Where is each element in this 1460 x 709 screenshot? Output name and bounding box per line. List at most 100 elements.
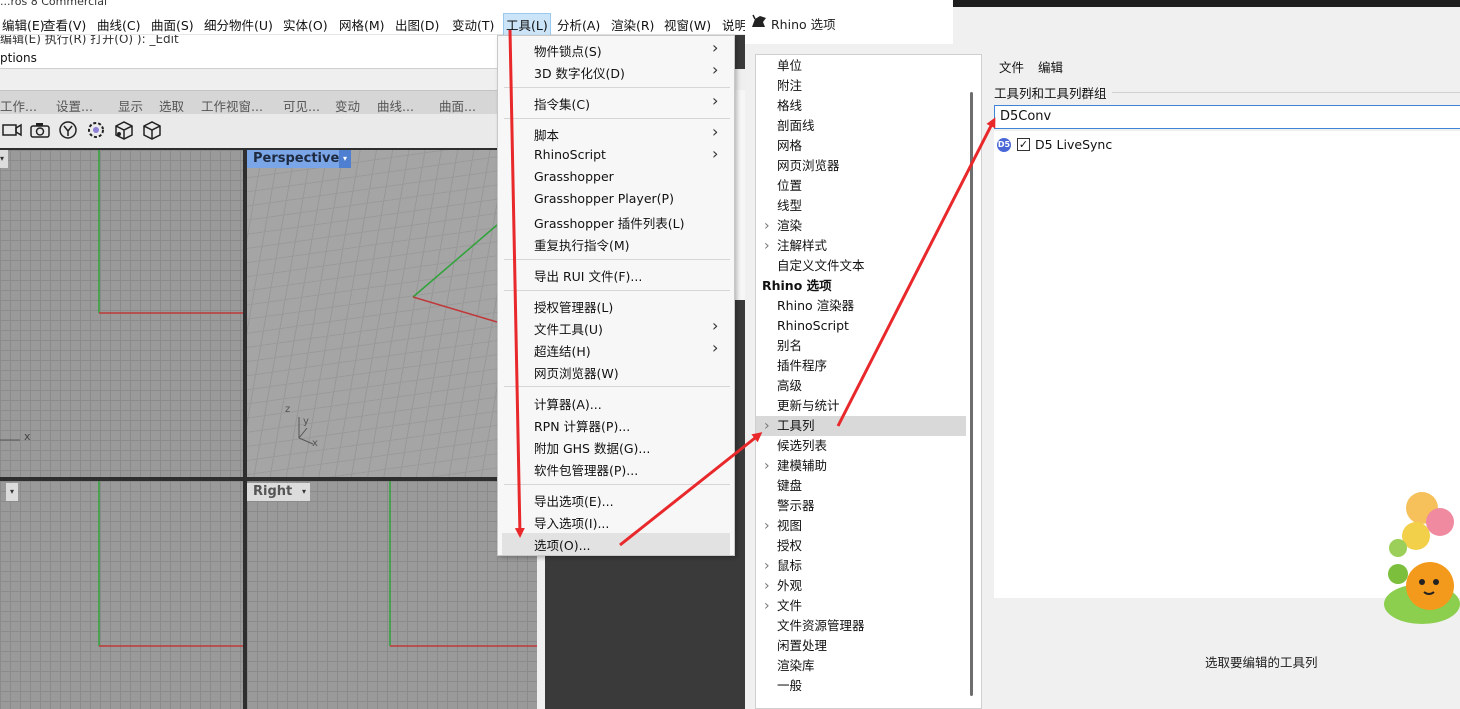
tree-item[interactable]: 网格 xyxy=(756,136,966,156)
tree-item[interactable]: Rhino 渲染器 xyxy=(756,296,966,316)
menu-4[interactable]: 细分物件(U) xyxy=(202,14,275,35)
expand-chevron-icon[interactable]: › xyxy=(764,236,770,256)
menu-item-17[interactable]: 软件包管理器(P)... xyxy=(534,460,638,479)
tree-item[interactable]: 别名 xyxy=(756,336,966,356)
toolbar-tab-1[interactable]: 设置... xyxy=(56,96,93,115)
expand-chevron-icon[interactable]: › xyxy=(764,456,770,476)
tree-item[interactable]: › 注解样式 xyxy=(756,236,966,256)
menu-file[interactable]: 文件 xyxy=(999,57,1024,76)
tree-item[interactable]: 警示器 xyxy=(756,496,966,516)
menu-item-19[interactable]: 导入选项(I)... xyxy=(534,513,609,532)
menu-item-7[interactable]: Grasshopper 插件列表(L) xyxy=(534,213,684,232)
tree-item[interactable]: › 建模辅助 xyxy=(756,456,966,476)
command-line[interactable]: ptions xyxy=(0,49,497,69)
tree-item[interactable]: 键盘 xyxy=(756,476,966,496)
menu-item-15[interactable]: RPN 计算器(P)... xyxy=(534,416,630,435)
menu-item-10[interactable]: 授权管理器(L) xyxy=(534,297,613,316)
expand-chevron-icon[interactable]: › xyxy=(764,416,770,436)
menu-item-16[interactable]: 附加 GHS 数据(G)... xyxy=(534,438,650,457)
menu-item-14[interactable]: 计算器(A)... xyxy=(534,394,602,413)
tree-item[interactable]: 闲置处理 xyxy=(756,636,966,656)
menu-item-20[interactable]: 选项(O)... xyxy=(534,535,591,554)
menu-item-8[interactable]: 重复执行指令(M) xyxy=(534,235,630,254)
tree-item[interactable]: › 渲染 xyxy=(756,216,966,236)
tree-item[interactable]: 渲染库 xyxy=(756,656,966,676)
menu-7[interactable]: 出图(D) xyxy=(393,14,441,35)
menu-9[interactable]: 工具(L) xyxy=(503,13,551,36)
menu-12[interactable]: 视窗(W) xyxy=(662,14,713,35)
list-item[interactable]: D5 ✓ D5 LiveSync xyxy=(994,136,1194,154)
tree-item[interactable]: 格线 xyxy=(756,96,966,116)
toolbar-tab-2[interactable]: 显示 xyxy=(118,96,143,115)
menu-item-5[interactable]: Grasshopper xyxy=(534,169,614,184)
tree-item[interactable]: 剖面线 xyxy=(756,116,966,136)
toolbar-tab-0[interactable]: 工作... xyxy=(0,96,37,115)
menu-item-2[interactable]: 指令集(C) xyxy=(534,94,590,113)
menu-edit[interactable]: 编辑 xyxy=(1038,57,1063,76)
tree-item[interactable]: 一般 xyxy=(756,676,966,696)
toolbar-search-input[interactable]: D5Conv xyxy=(994,105,1460,129)
tree-item[interactable]: 更新与统计 xyxy=(756,396,966,416)
tree-item[interactable]: › 文件 xyxy=(756,596,966,616)
tree-item[interactable]: RhinoScript xyxy=(756,316,966,336)
menu-3[interactable]: 曲面(S) xyxy=(149,14,196,35)
menu-item-12[interactable]: 超连结(H) xyxy=(534,341,591,360)
camera-target-icon[interactable] xyxy=(56,117,80,143)
viewport-menu-dropdown[interactable]: ▾ xyxy=(6,483,18,501)
viewport-front[interactable]: ▾ xyxy=(0,481,243,709)
viewport-menu-dropdown[interactable]: ▾ xyxy=(298,483,310,501)
tree-item[interactable]: 授权 xyxy=(756,536,966,556)
menu-item-18[interactable]: 导出选项(E)... xyxy=(534,491,614,510)
cube-view-icon[interactable] xyxy=(112,117,136,143)
menu-10[interactable]: 分析(A) xyxy=(555,14,602,35)
expand-chevron-icon[interactable]: › xyxy=(764,596,770,616)
expand-chevron-icon[interactable]: › xyxy=(764,216,770,236)
viewport-menu-dropdown[interactable]: ▾ xyxy=(0,150,8,168)
toolbar-tab-3[interactable]: 选取 xyxy=(159,96,184,115)
tree-item[interactable]: › 工具列 xyxy=(756,416,966,436)
menu-8[interactable]: 变动(T) xyxy=(450,14,496,35)
tree-item[interactable]: › 鼠标 xyxy=(756,556,966,576)
viewport-title-perspective[interactable]: Perspective xyxy=(247,150,346,168)
toolbar-tab-5[interactable]: 可见... xyxy=(283,96,320,115)
menu-11[interactable]: 渲染(R) xyxy=(609,14,656,35)
cube-outline-icon[interactable] xyxy=(140,117,164,143)
viewport-menu-dropdown[interactable]: ▾ xyxy=(339,150,351,168)
tree-item[interactable]: › 视图 xyxy=(756,516,966,536)
viewport-right[interactable]: Right ▾ xyxy=(247,481,537,709)
expand-chevron-icon[interactable]: › xyxy=(764,556,770,576)
toolbar-tab-7[interactable]: 曲线... xyxy=(377,96,414,115)
tree-item[interactable]: 插件程序 xyxy=(756,356,966,376)
viewport-perspective[interactable]: z y x Perspective ▾ xyxy=(247,150,537,477)
menu-6[interactable]: 网格(M) xyxy=(337,14,387,35)
tree-item[interactable]: 自定义文件文本 xyxy=(756,256,966,276)
camera-front-icon[interactable] xyxy=(0,117,24,143)
menu-item-9[interactable]: 导出 RUI 文件(F)... xyxy=(534,266,642,285)
toolbar-tab-8[interactable]: 曲面... xyxy=(439,96,476,115)
toolbar-tab-6[interactable]: 变动 xyxy=(335,96,360,115)
expand-chevron-icon[interactable]: › xyxy=(764,516,770,536)
tree-item[interactable]: 候选列表 xyxy=(756,436,966,456)
menu-1[interactable]: 查看(V) xyxy=(41,14,88,35)
tree-item[interactable]: 位置 xyxy=(756,176,966,196)
expand-chevron-icon[interactable]: › xyxy=(764,576,770,596)
tree-item[interactable]: Rhino 选项 xyxy=(756,276,966,296)
menu-item-1[interactable]: 3D 数字化仪(D) xyxy=(534,63,625,82)
viewport-title-right[interactable]: Right xyxy=(247,483,299,501)
tree-item[interactable]: 文件资源管理器 xyxy=(756,616,966,636)
menu-item-6[interactable]: Grasshopper Player(P) xyxy=(534,191,674,206)
tree-item[interactable]: 网页浏览器 xyxy=(756,156,966,176)
tree-item[interactable]: › 外观 xyxy=(756,576,966,596)
camera-icon[interactable] xyxy=(28,117,52,143)
menu-item-11[interactable]: 文件工具(U) xyxy=(534,319,603,338)
menu-item-0[interactable]: 物件锁点(S) xyxy=(534,41,602,60)
gear-camera-icon[interactable] xyxy=(84,117,108,143)
tree-item[interactable]: 线型 xyxy=(756,196,966,216)
menu-0[interactable]: 编辑(E) xyxy=(0,14,47,35)
tree-item[interactable]: 高级 xyxy=(756,376,966,396)
menu-item-3[interactable]: 脚本 xyxy=(534,125,559,144)
tree-item[interactable]: 单位 xyxy=(756,56,966,76)
toolbar-checkbox[interactable]: ✓ xyxy=(1017,138,1030,151)
menu-5[interactable]: 实体(O) xyxy=(281,14,330,35)
tree-item[interactable]: 附注 xyxy=(756,76,966,96)
